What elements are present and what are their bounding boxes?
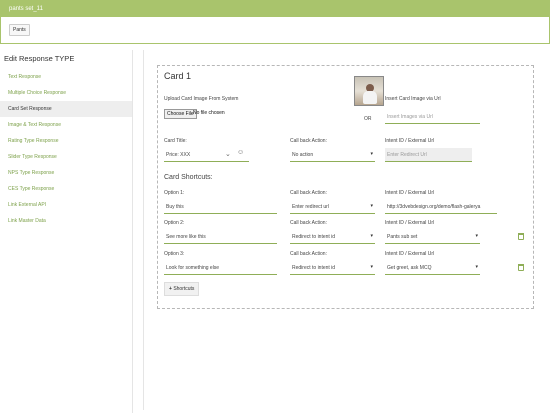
response-type-sidebar: Edit Response TYPE Text Response Multipl… (0, 50, 133, 413)
emoji-icon[interactable]: ☺ (237, 149, 244, 156)
chevron-down-icon: ▾ (370, 151, 373, 157)
option-3-intent-select[interactable]: Get greet, ask MCQ ▾ (385, 261, 480, 275)
sidebar-item-card-set-response[interactable]: Card Set Response (0, 101, 132, 117)
main-panel: Card 1 Upload Card Image From System Cho… (143, 50, 545, 410)
sidebar-item-text-response[interactable]: Text Response (0, 69, 132, 85)
card-callback-label: Call back Action: (290, 138, 327, 144)
option-2-input[interactable]: See more like this (164, 230, 277, 244)
option-2-callback-label: Call back Action: (290, 220, 327, 226)
chevron-down-icon: ▾ (370, 203, 373, 209)
option-1-callback-label: Call back Action: (290, 190, 327, 196)
card-shortcuts-heading: Card Shortcuts: (164, 174, 213, 181)
add-shortcuts-button[interactable]: + Shortcuts (164, 282, 200, 296)
upload-label: Upload Card Image From System (164, 96, 239, 102)
sidebar-item-nps-type-response[interactable]: NPS Type Response (0, 165, 132, 181)
sidebar-item-rating-type-response[interactable]: Rating Type Response (0, 133, 132, 149)
no-file-text: No file chosen (193, 110, 225, 116)
sidebar-item-ces-type-response[interactable]: CES Type Response (0, 181, 132, 197)
delete-option-3-trash-icon[interactable] (518, 264, 524, 271)
option-1-intent-label: Intent ID / External Url (385, 190, 435, 196)
delete-option-2-trash-icon[interactable] (518, 233, 524, 240)
thumbnail-person-body-icon (363, 91, 377, 104)
option-2-intent-label: Intent ID / External Url (385, 220, 435, 226)
top-header: pants set_11 Pants (0, 0, 550, 44)
option-3-label: Option 3: (164, 251, 185, 257)
sidebar-item-slider-type-response[interactable]: Slider Type Response (0, 149, 132, 165)
sidebar-item-link-master-data[interactable]: Link Master Data (0, 213, 132, 229)
option-3-intent-label: Intent ID / External Url (385, 251, 435, 257)
card-callback-select[interactable]: No action ▾ (290, 148, 375, 162)
option-2-intent-select[interactable]: Pants sub set ▾ (385, 230, 480, 244)
option-1-intent-input[interactable]: http://3dvebdesign.org/demo/flash-galery… (385, 200, 497, 214)
sidebar-item-link-external-api[interactable]: Link External API (0, 197, 132, 213)
option-3-input[interactable]: Look for something else (164, 261, 277, 275)
option-1-label: Option 1: (164, 190, 185, 196)
card-editor: Card 1 Upload Card Image From System Cho… (157, 65, 534, 309)
card-title-label: Card Title: (164, 138, 187, 144)
or-separator: OR (364, 116, 372, 122)
chevron-down-icon: ▾ (475, 233, 478, 239)
option-2-callback-select[interactable]: Redirect to intent id ▾ (290, 230, 375, 244)
card-image-thumbnail (354, 76, 384, 106)
option-1-callback-select[interactable]: Enter redirect url ▾ (290, 200, 375, 214)
double-chevron-icon[interactable]: ⌄ (225, 150, 231, 158)
card-intent-label: Intent ID / External Url (385, 138, 435, 144)
card-redirect-input[interactable]: Enter Redirect Url (385, 148, 472, 162)
plus-icon: + (169, 286, 172, 292)
chevron-down-icon: ▾ (475, 264, 478, 270)
option-3-callback-label: Call back Action: (290, 251, 327, 257)
choose-file-button[interactable]: Choose File (164, 109, 197, 119)
sidebar-title: Edit Response TYPE (4, 54, 75, 63)
option-3-callback-select[interactable]: Redirect to intent id ▾ (290, 261, 375, 275)
chevron-down-icon: ▾ (370, 233, 373, 239)
image-url-input[interactable]: Insert Images via Url (385, 110, 480, 124)
category-chip[interactable]: Pants (9, 24, 30, 36)
chevron-down-icon: ▾ (370, 264, 373, 270)
insert-url-label: Insert Card Image via Url (385, 96, 441, 102)
option-2-label: Option 2: (164, 220, 185, 226)
header-title: pants set_11 (1, 1, 549, 17)
option-1-input[interactable]: Buy this (164, 200, 277, 214)
sidebar-item-multiple-choice-response[interactable]: Multiple Choice Response (0, 85, 132, 101)
card-title-heading: Card 1 (164, 71, 192, 81)
sidebar-item-image-text-response[interactable]: Image & Text Response (0, 117, 132, 133)
